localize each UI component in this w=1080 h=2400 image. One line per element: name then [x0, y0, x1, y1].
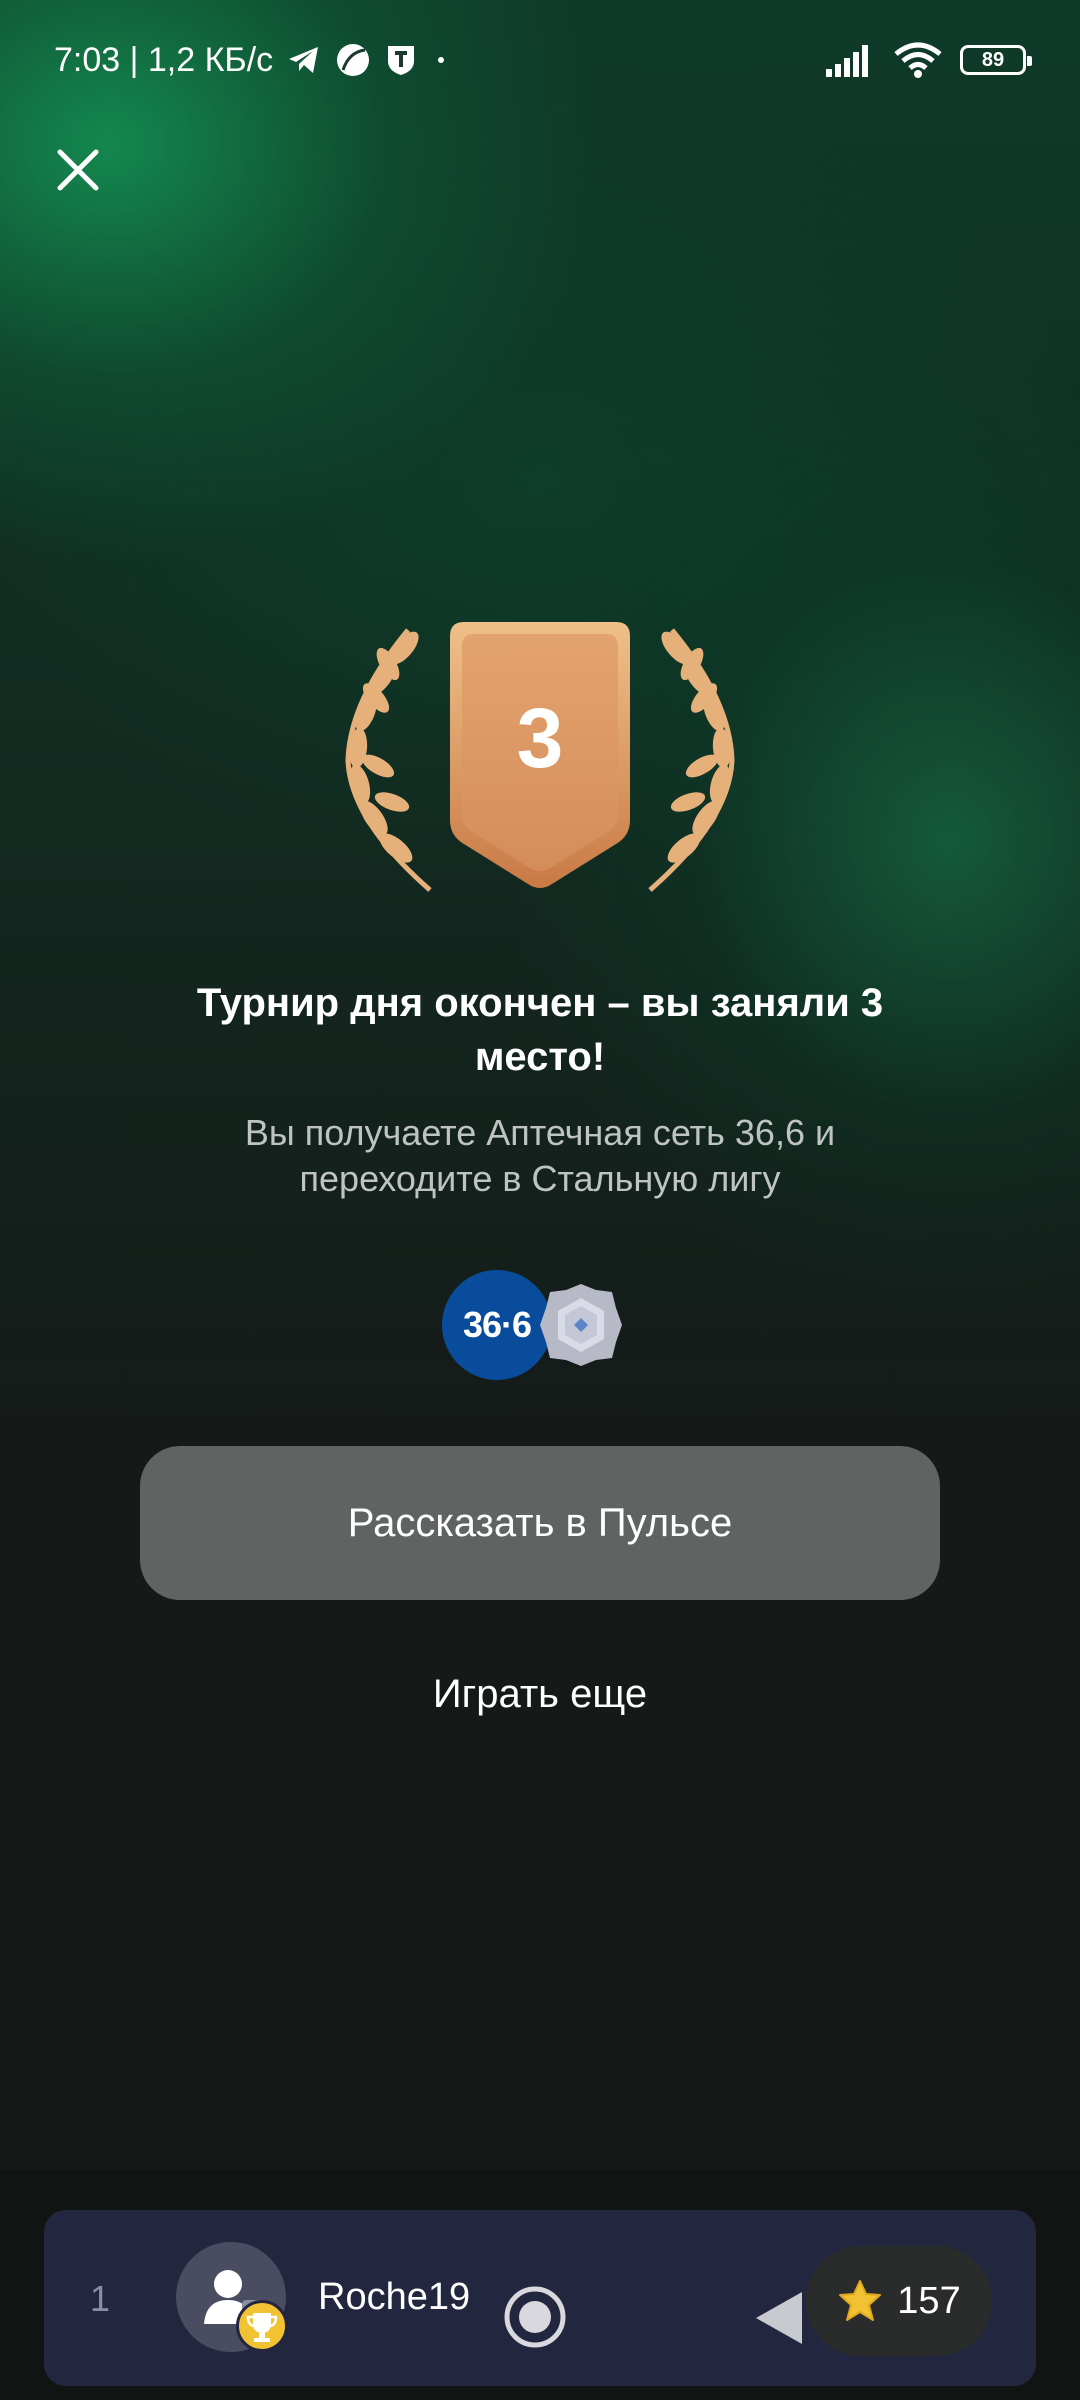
battery-level: 89	[981, 48, 1005, 71]
close-button[interactable]	[48, 140, 108, 200]
battery-icon: 89	[960, 45, 1032, 75]
close-icon	[57, 149, 99, 191]
status-right: 89	[826, 42, 1032, 78]
shield-t-icon	[385, 43, 417, 77]
dot-icon	[431, 55, 451, 65]
status-left: 7:03 | 1,2 КБ/с	[54, 41, 451, 80]
place-number: 3	[516, 691, 564, 785]
record-icon	[504, 2286, 566, 2348]
leaf-icon	[335, 42, 371, 78]
score-value: 157	[897, 2279, 961, 2322]
wifi-icon	[894, 42, 942, 78]
rewards: 36·6	[442, 1268, 622, 1384]
brand-logo-text: 36·6	[462, 1304, 532, 1345]
league-medal-icon	[536, 1280, 626, 1370]
play-again-button[interactable]: Играть еще	[340, 1672, 740, 1717]
username: Roche19	[318, 2276, 471, 2318]
back-icon	[756, 2292, 802, 2344]
record-button[interactable]	[502, 2284, 568, 2350]
rank-number: 1	[90, 2278, 111, 2319]
signal-icon	[826, 43, 876, 77]
star-icon	[839, 2280, 882, 2321]
score-pill: 157	[806, 2246, 992, 2356]
back-button[interactable]	[752, 2288, 806, 2348]
telegram-icon	[287, 45, 321, 75]
place-badge: 3	[320, 620, 760, 920]
status-time-speed: 7:03 | 1,2 КБ/с	[54, 40, 274, 79]
result-title: Турнир дня окончен – вы заняли 3 место!	[196, 981, 884, 1079]
trophy-icon	[236, 2300, 288, 2352]
status-bar: 7:03 | 1,2 КБ/с 89	[0, 0, 1080, 120]
share-button[interactable]: Рассказать в Пульсе	[140, 1446, 940, 1600]
result-subtitle: Вы получаете Аптечная сеть 36,6 и перехо…	[244, 1112, 836, 1199]
